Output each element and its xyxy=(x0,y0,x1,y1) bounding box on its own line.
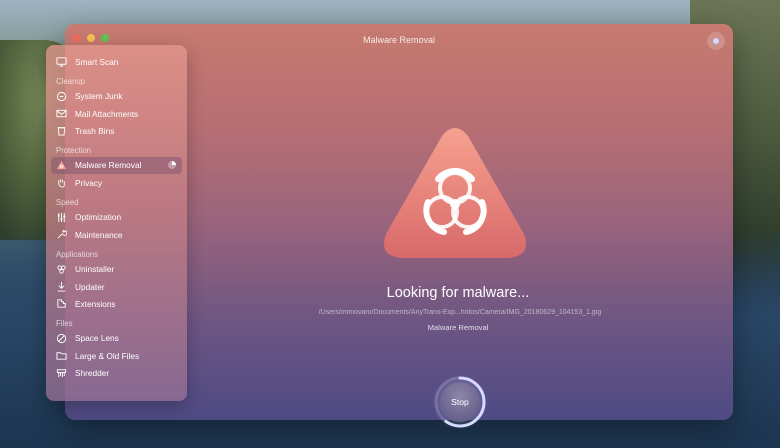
stop-button[interactable]: Stop xyxy=(440,382,480,422)
sidebar-item-updater[interactable]: Updater xyxy=(46,278,187,295)
sidebar-item-space-lens[interactable]: Space Lens xyxy=(46,330,187,347)
sidebar-item-label: Extensions xyxy=(75,298,116,309)
apps-icon xyxy=(56,264,67,275)
sidebar-item-label: Uninstaller xyxy=(75,264,115,275)
sidebar-section-label: Protection xyxy=(56,145,92,155)
sidebar-section-label: Speed xyxy=(56,197,79,207)
hand-icon xyxy=(56,177,67,188)
sidebar-section-label: Applications xyxy=(56,249,99,259)
sidebar-item-label: Maintenance xyxy=(75,229,123,240)
sidebar-item-shredder[interactable]: Shredder xyxy=(46,364,187,381)
sidebar: Smart Scan Cleanup System Junk Mail Attachm… xyxy=(46,45,187,401)
sidebar-item-label: Updater xyxy=(75,281,105,292)
sidebar-section-label: Files xyxy=(56,318,73,328)
sidebar-item-system-junk[interactable]: System Junk xyxy=(46,88,187,105)
sidebar-item-optimization[interactable]: Optimization xyxy=(46,209,187,226)
stop-control: Stop xyxy=(432,374,488,430)
sidebar-section-label: Cleanup xyxy=(56,76,86,86)
bin-icon xyxy=(56,125,67,136)
sidebar-item-label: System Junk xyxy=(75,91,123,102)
sidebar-item-privacy[interactable]: Privacy xyxy=(46,174,187,191)
sidebar-item-label: Smart Scan xyxy=(75,56,119,67)
sidebar-item-label: Malware Removal xyxy=(75,160,142,171)
sliders-icon xyxy=(56,212,67,223)
sidebar-item-label: Optimization xyxy=(75,212,122,223)
assistant-button[interactable] xyxy=(707,32,725,50)
assistant-icon xyxy=(713,38,719,44)
sidebar-item-label: Large & Old Files xyxy=(75,350,140,361)
extension-icon xyxy=(56,298,67,309)
sidebar-item-label: Space Lens xyxy=(75,333,119,344)
sidebar-item-extensions[interactable]: Extensions xyxy=(46,295,187,312)
sidebar-item-smart-scan[interactable]: Smart Scan xyxy=(46,53,187,70)
folder-icon xyxy=(56,350,67,361)
sidebar-item-uninstaller[interactable]: Uninstaller xyxy=(46,261,187,278)
trash-bin-icon xyxy=(56,91,67,102)
sidebar-item-maintenance[interactable]: Maintenance xyxy=(46,226,187,243)
biohazard-icon xyxy=(56,160,67,171)
sidebar-item-mail-attachments[interactable]: Mail Attachments xyxy=(46,105,187,122)
sidebar-item-label: Shredder xyxy=(75,367,110,378)
biohazard-hero-icon xyxy=(384,128,526,258)
window-title: Malware Removal xyxy=(362,35,436,45)
sidebar-item-label: Mail Attachments xyxy=(75,108,139,119)
module-progress-indicator xyxy=(168,161,176,170)
monitor-icon xyxy=(56,56,67,67)
scan-module-label: Malware Removal xyxy=(427,323,489,332)
scan-current-path: /Users/immovaro/Documents/AnyTrans-Exp..… xyxy=(318,309,602,316)
shredder-icon xyxy=(56,367,67,378)
wrench-icon xyxy=(56,229,67,240)
sidebar-item-malware-removal[interactable]: Malware Removal xyxy=(51,156,182,175)
sidebar-item-label: Trash Bins xyxy=(75,125,115,136)
lens-icon xyxy=(56,333,67,344)
scan-status-title: Looking for malware... xyxy=(386,285,530,301)
sidebar-item-large-and-old-files[interactable]: Large & Old Files xyxy=(46,347,187,364)
envelope-icon xyxy=(56,108,67,119)
sidebar-item-trash-bins[interactable]: Trash Bins xyxy=(46,122,187,139)
updater-icon xyxy=(56,281,67,292)
sidebar-item-label: Privacy xyxy=(75,177,103,188)
